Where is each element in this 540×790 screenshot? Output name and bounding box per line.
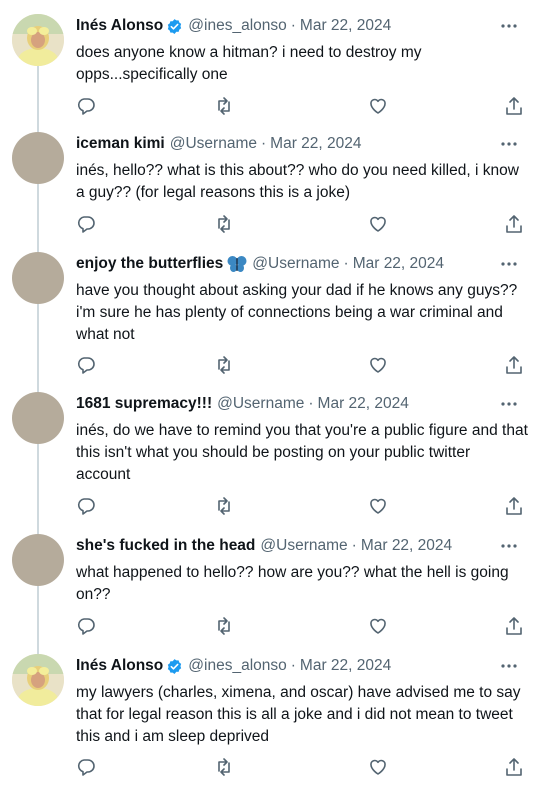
tweet-date[interactable]: Mar 22, 2024 xyxy=(270,135,361,153)
tweet-actions xyxy=(76,616,528,638)
display-name[interactable]: Inés Alonso xyxy=(76,17,163,35)
avatar[interactable] xyxy=(12,252,64,304)
heart-icon[interactable] xyxy=(368,355,388,375)
tweet-header: iceman kimi @Username · Mar 22, 2024 xyxy=(76,132,526,156)
tweet-body: Inés Alonso @ines_alonso · Mar 22, 2024 … xyxy=(76,654,526,776)
tweet-text: have you thought about asking your dad i… xyxy=(76,282,518,343)
tweet-actions xyxy=(76,214,528,236)
more-dots-icon[interactable] xyxy=(498,18,520,34)
reply-icon[interactable] xyxy=(76,214,96,234)
display-name[interactable]: iceman kimi xyxy=(76,135,165,153)
retweet-icon[interactable] xyxy=(214,616,234,636)
reply-icon[interactable] xyxy=(76,496,96,516)
heart-icon[interactable] xyxy=(368,96,388,116)
thread-line xyxy=(37,444,39,534)
retweet-icon[interactable] xyxy=(214,757,234,777)
tweet-text: inés, hello?? what is this about?? who d… xyxy=(76,162,519,201)
user-handle[interactable]: @Username xyxy=(252,255,339,273)
separator-dot: · xyxy=(290,657,296,674)
display-name[interactable]: 1681 supremacy!!! xyxy=(76,395,212,413)
tweet-actions xyxy=(76,96,528,118)
separator-dot: · xyxy=(260,135,267,152)
retweet-icon[interactable] xyxy=(214,214,234,234)
tweet-text: my lawyers (charles, ximena, and oscar) … xyxy=(76,684,521,745)
separator-dot: · xyxy=(290,17,296,34)
tweet-date[interactable]: Mar 22, 2024 xyxy=(300,657,391,675)
user-handle[interactable]: @ines_alonso xyxy=(188,657,286,675)
tweet-header: she's fucked in the head @Username · Mar… xyxy=(76,534,526,558)
separator-dot: · xyxy=(343,255,349,272)
tweet-header: 1681 supremacy!!! @Username · Mar 22, 20… xyxy=(76,392,526,416)
thread-line xyxy=(37,304,39,392)
avatar[interactable] xyxy=(12,534,64,586)
retweet-icon[interactable] xyxy=(214,496,234,516)
heart-icon[interactable] xyxy=(368,757,388,777)
tweet-body: enjoy the butterflies @Username · Mar 22… xyxy=(76,252,526,374)
share-icon[interactable] xyxy=(504,757,524,777)
avatar[interactable] xyxy=(12,392,64,444)
tweet-body: iceman kimi @Username · Mar 22, 2024 iné… xyxy=(76,132,526,233)
more-dots-icon[interactable] xyxy=(498,658,520,674)
avatar[interactable] xyxy=(12,14,64,66)
separator-dot: · xyxy=(308,395,314,412)
share-icon[interactable] xyxy=(504,496,524,516)
avatar[interactable] xyxy=(12,654,64,706)
verified-badge-icon xyxy=(166,658,183,675)
heart-icon[interactable] xyxy=(368,496,388,516)
tweet-text: does anyone know a hitman? i need to des… xyxy=(76,44,422,83)
heart-icon[interactable] xyxy=(368,214,388,234)
user-handle[interactable]: @ines_alonso xyxy=(188,17,286,35)
user-handle[interactable]: @Username xyxy=(170,135,257,153)
avatar[interactable] xyxy=(12,132,64,184)
tweet-date[interactable]: Mar 22, 2024 xyxy=(300,17,391,35)
share-icon[interactable] xyxy=(504,355,524,375)
reply-icon[interactable] xyxy=(76,96,96,116)
butterfly-emoji-icon xyxy=(227,255,247,273)
more-dots-icon[interactable] xyxy=(498,396,520,412)
display-name[interactable]: Inés Alonso xyxy=(76,657,163,675)
share-icon[interactable] xyxy=(504,96,524,116)
thread-line xyxy=(37,66,39,132)
tweet-date[interactable]: Mar 22, 2024 xyxy=(318,395,409,413)
verified-badge-icon xyxy=(166,18,183,35)
more-dots-icon[interactable] xyxy=(498,256,520,272)
reply-icon[interactable] xyxy=(76,757,96,777)
heart-icon[interactable] xyxy=(368,616,388,636)
tweet-actions xyxy=(76,757,528,779)
thread-line xyxy=(37,586,39,654)
tweet-body: she's fucked in the head @Username · Mar… xyxy=(76,534,526,635)
share-icon[interactable] xyxy=(504,214,524,234)
tweet-text: inés, do we have to remind you that you'… xyxy=(76,422,528,483)
thread-line xyxy=(37,184,39,252)
more-dots-icon[interactable] xyxy=(498,538,520,554)
tweet-header: Inés Alonso @ines_alonso · Mar 22, 2024 xyxy=(76,14,526,38)
retweet-icon[interactable] xyxy=(214,355,234,375)
user-handle[interactable]: @Username xyxy=(260,537,347,555)
tweet-date[interactable]: Mar 22, 2024 xyxy=(353,255,444,273)
separator-dot: · xyxy=(351,537,357,554)
reply-icon[interactable] xyxy=(76,616,96,636)
tweet-thread: Inés Alonso @ines_alonso · Mar 22, 2024 … xyxy=(0,0,540,790)
tweet-header: enjoy the butterflies @Username · Mar 22… xyxy=(76,252,526,276)
display-name[interactable]: enjoy the butterflies xyxy=(76,255,223,273)
retweet-icon[interactable] xyxy=(214,96,234,116)
user-handle[interactable]: @Username xyxy=(217,395,304,413)
tweet-body: 1681 supremacy!!! @Username · Mar 22, 20… xyxy=(76,392,528,515)
tweet-actions xyxy=(76,496,528,518)
tweet-text: what happened to hello?? how are you?? w… xyxy=(76,564,509,603)
reply-icon[interactable] xyxy=(76,355,96,375)
tweet-header: Inés Alonso @ines_alonso · Mar 22, 2024 xyxy=(76,654,526,678)
tweet-actions xyxy=(76,355,528,377)
tweet-body: Inés Alonso @ines_alonso · Mar 22, 2024 … xyxy=(76,14,526,115)
share-icon[interactable] xyxy=(504,616,524,636)
more-dots-icon[interactable] xyxy=(498,136,520,152)
display-name[interactable]: she's fucked in the head xyxy=(76,537,255,555)
tweet-date[interactable]: Mar 22, 2024 xyxy=(361,537,452,555)
